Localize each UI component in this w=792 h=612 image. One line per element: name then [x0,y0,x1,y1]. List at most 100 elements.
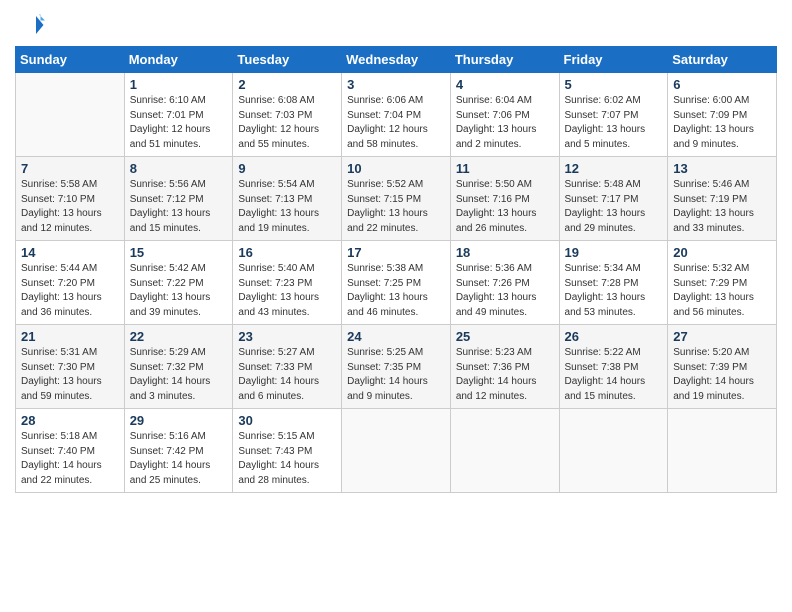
calendar-cell [559,409,668,493]
day-number: 3 [347,77,445,92]
day-header-tuesday: Tuesday [233,47,342,73]
calendar-cell [450,409,559,493]
calendar-cell: 20Sunrise: 5:32 AM Sunset: 7:29 PM Dayli… [668,241,777,325]
calendar-cell: 1Sunrise: 6:10 AM Sunset: 7:01 PM Daylig… [124,73,233,157]
day-info: Sunrise: 5:16 AM Sunset: 7:42 PM Dayligh… [130,430,228,488]
day-info: Sunrise: 5:22 AM Sunset: 7:38 PM Dayligh… [565,346,663,404]
day-info: Sunrise: 5:31 AM Sunset: 7:30 PM Dayligh… [21,346,119,404]
day-number: 16 [238,245,336,260]
day-info: Sunrise: 5:48 AM Sunset: 7:17 PM Dayligh… [565,178,663,236]
day-number: 15 [130,245,228,260]
day-info: Sunrise: 6:04 AM Sunset: 7:06 PM Dayligh… [456,94,554,152]
calendar-cell: 9 Sunrise: 5:54 AM Sunset: 7:13 PM Daylig… [233,157,342,241]
day-info: Sunrise: 5:58 AM Sunset: 7:10 PM Dayligh… [21,178,119,236]
day-info: Sunrise: 5:18 AM Sunset: 7:40 PM Dayligh… [21,430,119,488]
day-number: 26 [565,329,663,344]
day-info: Sunrise: 5:40 AM Sunset: 7:23 PM Dayligh… [238,262,336,320]
day-header-monday: Monday [124,47,233,73]
calendar-cell: 16 Sunrise: 5:40 AM Sunset: 7:23 PM Dayli… [233,241,342,325]
calendar-cell: 25 Sunrise: 5:23 AM Sunset: 7:36 PM Dayli… [450,325,559,409]
day-number: 27 [673,329,771,344]
day-number: 29 [130,413,228,428]
day-number: 25 [456,329,554,344]
day-number: 18 [456,245,554,260]
day-info: Sunrise: 6:10 AM Sunset: 7:01 PM Dayligh… [130,94,228,152]
day-info: Sunrise: 5:15 AM Sunset: 7:43 PM Dayligh… [238,430,336,488]
calendar-cell: 28Sunrise: 5:18 AM Sunset: 7:40 PM Dayli… [16,409,125,493]
day-info: Sunrise: 5:36 AM Sunset: 7:26 PM Dayligh… [456,262,554,320]
day-info: Sunrise: 6:08 AM Sunset: 7:03 PM Dayligh… [238,94,336,152]
day-number: 23 [238,329,336,344]
calendar-cell: 2 Sunrise: 6:08 AM Sunset: 7:03 PM Daylig… [233,73,342,157]
calendar-week-row: 14 Sunrise: 5:44 AM Sunset: 7:20 PM Dayli… [16,241,777,325]
calendar-cell: 8 Sunrise: 5:56 AM Sunset: 7:12 PM Daylig… [124,157,233,241]
day-info: Sunrise: 5:29 AM Sunset: 7:32 PM Dayligh… [130,346,228,404]
day-number: 17 [347,245,445,260]
calendar-week-row: 28Sunrise: 5:18 AM Sunset: 7:40 PM Dayli… [16,409,777,493]
calendar-table: SundayMondayTuesdayWednesdayThursdayFrid… [15,46,777,493]
day-info: Sunrise: 6:00 AM Sunset: 7:09 PM Dayligh… [673,94,771,152]
day-info: Sunrise: 5:34 AM Sunset: 7:28 PM Dayligh… [565,262,663,320]
day-number: 6 [673,77,771,92]
day-number: 4 [456,77,554,92]
day-number: 5 [565,77,663,92]
day-info: Sunrise: 5:27 AM Sunset: 7:33 PM Dayligh… [238,346,336,404]
calendar-cell: 3 Sunrise: 6:06 AM Sunset: 7:04 PM Daylig… [342,73,451,157]
day-header-wednesday: Wednesday [342,47,451,73]
calendar-header-row: SundayMondayTuesdayWednesdayThursdayFrid… [16,47,777,73]
day-info: Sunrise: 5:52 AM Sunset: 7:15 PM Dayligh… [347,178,445,236]
day-header-sunday: Sunday [16,47,125,73]
calendar-cell: 19 Sunrise: 5:34 AM Sunset: 7:28 PM Dayli… [559,241,668,325]
calendar-cell: 27 Sunrise: 5:20 AM Sunset: 7:39 PM Dayli… [668,325,777,409]
logo-icon [15,10,45,40]
day-info: Sunrise: 5:46 AM Sunset: 7:19 PM Dayligh… [673,178,771,236]
calendar-cell [16,73,125,157]
day-info: Sunrise: 5:44 AM Sunset: 7:20 PM Dayligh… [21,262,119,320]
calendar-cell: 5 Sunrise: 6:02 AM Sunset: 7:07 PM Daylig… [559,73,668,157]
day-number: 9 [238,161,336,176]
calendar-week-row: 7 Sunrise: 5:58 AM Sunset: 7:10 PM Daylig… [16,157,777,241]
calendar-cell: 4 Sunrise: 6:04 AM Sunset: 7:06 PM Daylig… [450,73,559,157]
day-number: 12 [565,161,663,176]
calendar-cell: 23 Sunrise: 5:27 AM Sunset: 7:33 PM Dayli… [233,325,342,409]
day-number: 10 [347,161,445,176]
day-number: 14 [21,245,119,260]
day-info: Sunrise: 5:56 AM Sunset: 7:12 PM Dayligh… [130,178,228,236]
day-info: Sunrise: 6:02 AM Sunset: 7:07 PM Dayligh… [565,94,663,152]
day-info: Sunrise: 5:54 AM Sunset: 7:13 PM Dayligh… [238,178,336,236]
day-number: 30 [238,413,336,428]
day-number: 11 [456,161,554,176]
logo [15,10,49,40]
calendar-cell: 21 Sunrise: 5:31 AM Sunset: 7:30 PM Dayli… [16,325,125,409]
calendar-cell: 10 Sunrise: 5:52 AM Sunset: 7:15 PM Dayli… [342,157,451,241]
day-info: Sunrise: 5:25 AM Sunset: 7:35 PM Dayligh… [347,346,445,404]
day-number: 21 [21,329,119,344]
calendar-cell: 24 Sunrise: 5:25 AM Sunset: 7:35 PM Dayli… [342,325,451,409]
day-header-saturday: Saturday [668,47,777,73]
calendar-cell: 7 Sunrise: 5:58 AM Sunset: 7:10 PM Daylig… [16,157,125,241]
page-header [15,10,777,40]
day-info: Sunrise: 5:38 AM Sunset: 7:25 PM Dayligh… [347,262,445,320]
calendar-cell [342,409,451,493]
day-number: 8 [130,161,228,176]
day-header-friday: Friday [559,47,668,73]
day-info: Sunrise: 5:42 AM Sunset: 7:22 PM Dayligh… [130,262,228,320]
calendar-cell: 15 Sunrise: 5:42 AM Sunset: 7:22 PM Dayli… [124,241,233,325]
day-number: 19 [565,245,663,260]
day-number: 7 [21,161,119,176]
day-number: 2 [238,77,336,92]
day-info: Sunrise: 5:23 AM Sunset: 7:36 PM Dayligh… [456,346,554,404]
day-info: Sunrise: 5:50 AM Sunset: 7:16 PM Dayligh… [456,178,554,236]
calendar-cell: 26 Sunrise: 5:22 AM Sunset: 7:38 PM Dayli… [559,325,668,409]
day-number: 24 [347,329,445,344]
calendar-cell: 17 Sunrise: 5:38 AM Sunset: 7:25 PM Dayli… [342,241,451,325]
calendar-week-row: 1Sunrise: 6:10 AM Sunset: 7:01 PM Daylig… [16,73,777,157]
calendar-cell: 6 Sunrise: 6:00 AM Sunset: 7:09 PM Daylig… [668,73,777,157]
day-info: Sunrise: 5:32 AM Sunset: 7:29 PM Dayligh… [673,262,771,320]
calendar-week-row: 21 Sunrise: 5:31 AM Sunset: 7:30 PM Dayli… [16,325,777,409]
calendar-cell: 12 Sunrise: 5:48 AM Sunset: 7:17 PM Dayli… [559,157,668,241]
day-info: Sunrise: 5:20 AM Sunset: 7:39 PM Dayligh… [673,346,771,404]
day-header-thursday: Thursday [450,47,559,73]
calendar-cell: 14 Sunrise: 5:44 AM Sunset: 7:20 PM Dayli… [16,241,125,325]
day-info: Sunrise: 6:06 AM Sunset: 7:04 PM Dayligh… [347,94,445,152]
